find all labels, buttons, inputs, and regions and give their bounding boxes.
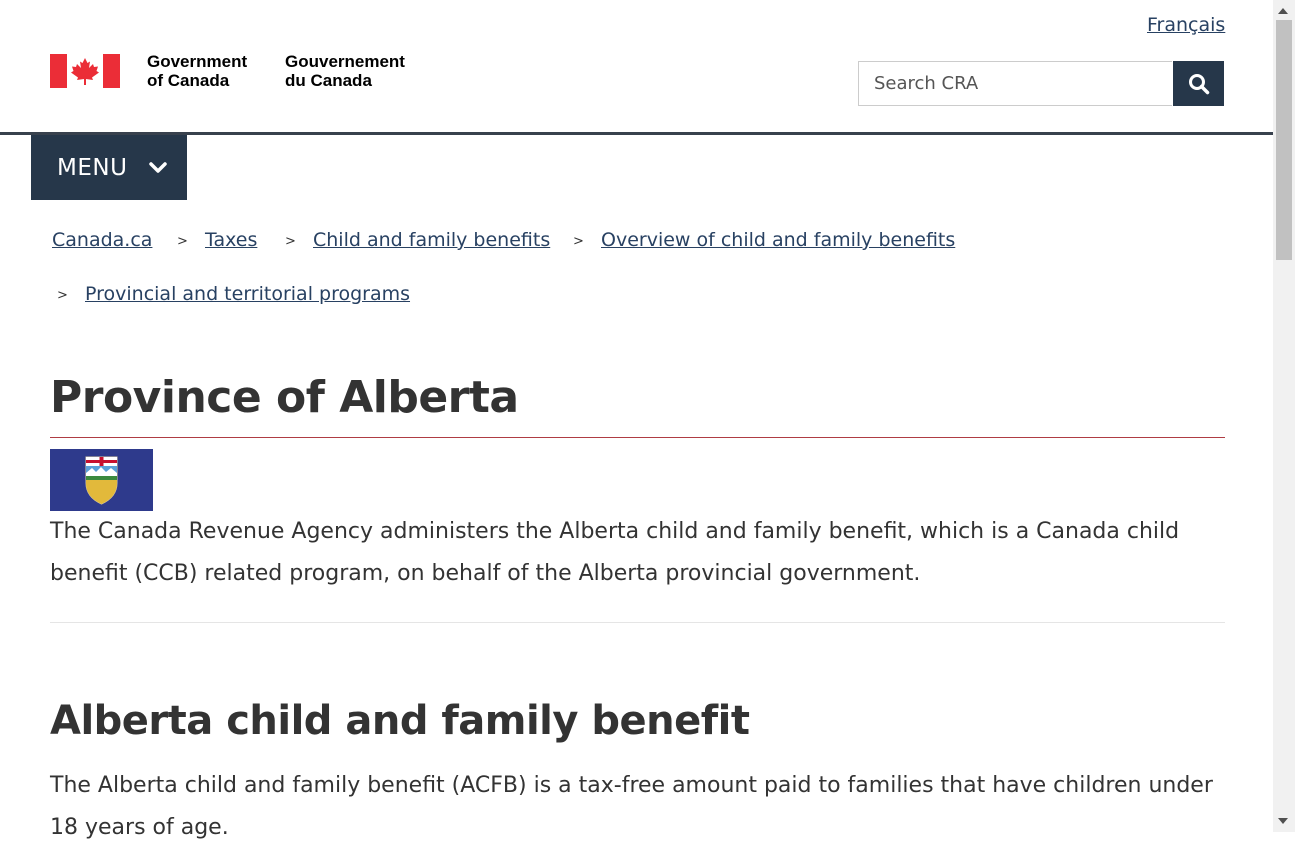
breadcrumb-separator: >: [285, 234, 296, 249]
search-button[interactable]: [1173, 61, 1224, 106]
signature-fr-line-2: du Canada: [285, 71, 372, 90]
page-title: Province of Alberta: [50, 372, 519, 423]
menu-button[interactable]: MENU: [31, 135, 187, 200]
signature-fr-line-1: Gouvernement: [285, 52, 405, 71]
breadcrumb-separator: >: [177, 234, 188, 249]
section-divider: [50, 622, 1225, 623]
scroll-down-arrow-icon[interactable]: [1278, 818, 1288, 824]
scrollbar-thumb[interactable]: [1276, 20, 1292, 260]
section-paragraph: The Alberta child and family benefit (AC…: [50, 773, 1213, 840]
menu-label: MENU: [57, 154, 128, 181]
signature-french: Gouvernement du Canada: [285, 52, 405, 90]
alberta-flag-icon: [50, 449, 153, 511]
canada-flag-icon: [50, 54, 120, 88]
breadcrumb-link-child-family-benefits[interactable]: Child and family benefits: [313, 229, 550, 251]
breadcrumb-link-overview[interactable]: Overview of child and family benefits: [601, 229, 955, 251]
language-toggle-link[interactable]: Français: [1147, 14, 1225, 36]
section-heading: Alberta child and family benefit: [50, 698, 750, 744]
chevron-down-icon: [149, 161, 168, 174]
breadcrumb-link-canada[interactable]: Canada.ca: [52, 229, 152, 251]
breadcrumb-separator: >: [573, 234, 584, 249]
vertical-scrollbar[interactable]: [1273, 0, 1295, 832]
header-divider: [0, 132, 1273, 135]
breadcrumb-link-taxes[interactable]: Taxes: [205, 229, 257, 251]
signature-en-line-1: Government: [147, 52, 248, 71]
intro-paragraph: The Canada Revenue Agency administers th…: [50, 519, 1180, 586]
signature-en-line-2: of Canada: [147, 71, 230, 90]
breadcrumb-link-provincial-programs[interactable]: Provincial and territorial programs: [85, 283, 410, 305]
scroll-up-arrow-icon[interactable]: [1278, 8, 1288, 14]
title-underline: [50, 437, 1225, 438]
search-input[interactable]: [858, 61, 1172, 106]
breadcrumb-separator: >: [57, 288, 68, 303]
search-icon: [1188, 73, 1209, 94]
signature-english: Government of Canada: [147, 52, 247, 90]
